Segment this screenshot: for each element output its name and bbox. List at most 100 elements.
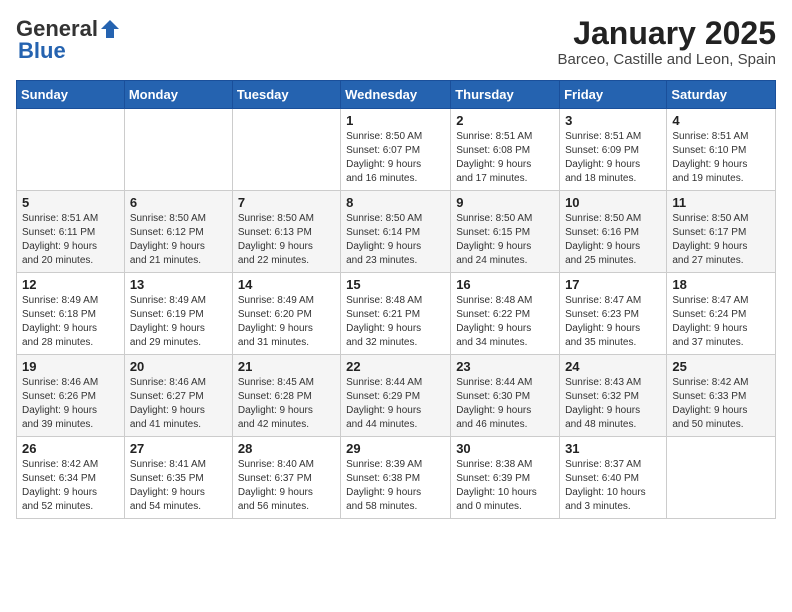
day-info: Sunrise: 8:51 AM Sunset: 6:11 PM Dayligh… [22, 212, 119, 268]
weekday-header: Tuesday [232, 81, 340, 109]
day-info: Sunrise: 8:50 AM Sunset: 6:14 PM Dayligh… [346, 212, 445, 268]
calendar-week-row: 26 Sunrise: 8:42 AM Sunset: 6:34 PM Dayli… [17, 437, 776, 519]
day-number: 21 [238, 359, 335, 374]
calendar-day-cell [124, 109, 232, 191]
calendar-week-row: 19 Sunrise: 8:46 AM Sunset: 6:26 PM Dayli… [17, 355, 776, 437]
day-info: Sunrise: 8:48 AM Sunset: 6:21 PM Dayligh… [346, 294, 445, 350]
day-info: Sunrise: 8:47 AM Sunset: 6:23 PM Dayligh… [565, 294, 661, 350]
calendar-day-cell: 31 Sunrise: 8:37 AM Sunset: 6:40 PM Dayli… [560, 437, 667, 519]
calendar-day-cell: 26 Sunrise: 8:42 AM Sunset: 6:34 PM Dayli… [17, 437, 125, 519]
day-number: 2 [456, 113, 554, 128]
day-info: Sunrise: 8:43 AM Sunset: 6:32 PM Dayligh… [565, 376, 661, 432]
calendar-week-row: 12 Sunrise: 8:49 AM Sunset: 6:18 PM Dayli… [17, 273, 776, 355]
day-info: Sunrise: 8:44 AM Sunset: 6:29 PM Dayligh… [346, 376, 445, 432]
day-info: Sunrise: 8:50 AM Sunset: 6:12 PM Dayligh… [130, 212, 227, 268]
calendar-header-row: SundayMondayTuesdayWednesdayThursdayFrid… [17, 81, 776, 109]
day-number: 5 [22, 195, 119, 210]
calendar-day-cell: 1Sunrise: 8:50 AM Sunset: 6:07 PM Daylig… [341, 109, 451, 191]
day-info: Sunrise: 8:40 AM Sunset: 6:37 PM Dayligh… [238, 458, 335, 514]
day-number: 11 [672, 195, 770, 210]
day-number: 30 [456, 441, 554, 456]
calendar-day-cell: 2Sunrise: 8:51 AM Sunset: 6:08 PM Daylig… [451, 109, 560, 191]
day-info: Sunrise: 8:37 AM Sunset: 6:40 PM Dayligh… [565, 458, 661, 514]
calendar-week-row: 5 Sunrise: 8:51 AM Sunset: 6:11 PM Daylig… [17, 191, 776, 273]
day-info: Sunrise: 8:50 AM Sunset: 6:16 PM Dayligh… [565, 212, 661, 268]
day-number: 28 [238, 441, 335, 456]
day-number: 27 [130, 441, 227, 456]
calendar-table: SundayMondayTuesdayWednesdayThursdayFrid… [16, 80, 776, 519]
weekday-header: Friday [560, 81, 667, 109]
day-number: 12 [22, 277, 119, 292]
calendar-day-cell: 24Sunrise: 8:43 AM Sunset: 6:32 PM Dayli… [560, 355, 667, 437]
day-number: 4 [672, 113, 770, 128]
month-title: January 2025 [558, 16, 776, 51]
calendar-day-cell: 29 Sunrise: 8:39 AM Sunset: 6:38 PM Dayli… [341, 437, 451, 519]
logo-blue: Blue [16, 38, 66, 64]
day-info: Sunrise: 8:48 AM Sunset: 6:22 PM Dayligh… [456, 294, 554, 350]
calendar-day-cell: 15 Sunrise: 8:48 AM Sunset: 6:21 PM Dayli… [341, 273, 451, 355]
day-number: 31 [565, 441, 661, 456]
day-info: Sunrise: 8:49 AM Sunset: 6:18 PM Dayligh… [22, 294, 119, 350]
day-number: 13 [130, 277, 227, 292]
day-info: Sunrise: 8:49 AM Sunset: 6:20 PM Dayligh… [238, 294, 335, 350]
day-number: 15 [346, 277, 445, 292]
day-info: Sunrise: 8:50 AM Sunset: 6:07 PM Dayligh… [346, 130, 445, 186]
calendar-day-cell: 23Sunrise: 8:44 AM Sunset: 6:30 PM Dayli… [451, 355, 560, 437]
page-header: General Blue January 2025 Barceo, Castil… [16, 16, 776, 68]
day-number: 25 [672, 359, 770, 374]
calendar-day-cell: 13 Sunrise: 8:49 AM Sunset: 6:19 PM Dayli… [124, 273, 232, 355]
day-number: 9 [456, 195, 554, 210]
day-number: 18 [672, 277, 770, 292]
day-number: 3 [565, 113, 661, 128]
day-number: 23 [456, 359, 554, 374]
calendar-day-cell [232, 109, 340, 191]
calendar-day-cell: 30Sunrise: 8:38 AM Sunset: 6:39 PM Dayli… [451, 437, 560, 519]
day-info: Sunrise: 8:39 AM Sunset: 6:38 PM Dayligh… [346, 458, 445, 514]
calendar-day-cell: 7 Sunrise: 8:50 AM Sunset: 6:13 PM Daylig… [232, 191, 340, 273]
calendar-day-cell: 25 Sunrise: 8:42 AM Sunset: 6:33 PM Dayli… [667, 355, 776, 437]
location-title: Barceo, Castille and Leon, Spain [558, 51, 776, 68]
weekday-header: Monday [124, 81, 232, 109]
day-number: 19 [22, 359, 119, 374]
day-info: Sunrise: 8:50 AM Sunset: 6:15 PM Dayligh… [456, 212, 554, 268]
day-number: 29 [346, 441, 445, 456]
day-info: Sunrise: 8:45 AM Sunset: 6:28 PM Dayligh… [238, 376, 335, 432]
day-info: Sunrise: 8:51 AM Sunset: 6:09 PM Dayligh… [565, 130, 661, 186]
calendar-day-cell: 21 Sunrise: 8:45 AM Sunset: 6:28 PM Dayli… [232, 355, 340, 437]
day-number: 8 [346, 195, 445, 210]
day-info: Sunrise: 8:50 AM Sunset: 6:13 PM Dayligh… [238, 212, 335, 268]
calendar-day-cell: 6 Sunrise: 8:50 AM Sunset: 6:12 PM Daylig… [124, 191, 232, 273]
calendar-day-cell: 12 Sunrise: 8:49 AM Sunset: 6:18 PM Dayli… [17, 273, 125, 355]
day-info: Sunrise: 8:41 AM Sunset: 6:35 PM Dayligh… [130, 458, 227, 514]
calendar-day-cell: 18 Sunrise: 8:47 AM Sunset: 6:24 PM Dayli… [667, 273, 776, 355]
day-info: Sunrise: 8:49 AM Sunset: 6:19 PM Dayligh… [130, 294, 227, 350]
weekday-header: Sunday [17, 81, 125, 109]
weekday-header: Thursday [451, 81, 560, 109]
title-area: January 2025 Barceo, Castille and Leon, … [558, 16, 776, 68]
day-info: Sunrise: 8:42 AM Sunset: 6:34 PM Dayligh… [22, 458, 119, 514]
calendar-day-cell: 9 Sunrise: 8:50 AM Sunset: 6:15 PM Daylig… [451, 191, 560, 273]
day-info: Sunrise: 8:42 AM Sunset: 6:33 PM Dayligh… [672, 376, 770, 432]
day-info: Sunrise: 8:47 AM Sunset: 6:24 PM Dayligh… [672, 294, 770, 350]
calendar-day-cell: 17 Sunrise: 8:47 AM Sunset: 6:23 PM Dayli… [560, 273, 667, 355]
calendar-day-cell: 11Sunrise: 8:50 AM Sunset: 6:17 PM Dayli… [667, 191, 776, 273]
day-info: Sunrise: 8:46 AM Sunset: 6:27 PM Dayligh… [130, 376, 227, 432]
day-number: 17 [565, 277, 661, 292]
day-info: Sunrise: 8:46 AM Sunset: 6:26 PM Dayligh… [22, 376, 119, 432]
calendar-day-cell: 28 Sunrise: 8:40 AM Sunset: 6:37 PM Dayli… [232, 437, 340, 519]
calendar-day-cell: 27 Sunrise: 8:41 AM Sunset: 6:35 PM Dayli… [124, 437, 232, 519]
calendar-day-cell: 8 Sunrise: 8:50 AM Sunset: 6:14 PM Daylig… [341, 191, 451, 273]
calendar-day-cell: 16 Sunrise: 8:48 AM Sunset: 6:22 PM Dayli… [451, 273, 560, 355]
logo: General Blue [16, 16, 122, 64]
day-info: Sunrise: 8:51 AM Sunset: 6:10 PM Dayligh… [672, 130, 770, 186]
logo-icon [99, 18, 121, 40]
day-number: 26 [22, 441, 119, 456]
day-number: 14 [238, 277, 335, 292]
day-number: 6 [130, 195, 227, 210]
calendar-day-cell: 22Sunrise: 8:44 AM Sunset: 6:29 PM Dayli… [341, 355, 451, 437]
day-number: 16 [456, 277, 554, 292]
day-number: 7 [238, 195, 335, 210]
calendar-day-cell [667, 437, 776, 519]
calendar-day-cell: 3 Sunrise: 8:51 AM Sunset: 6:09 PM Daylig… [560, 109, 667, 191]
day-number: 10 [565, 195, 661, 210]
